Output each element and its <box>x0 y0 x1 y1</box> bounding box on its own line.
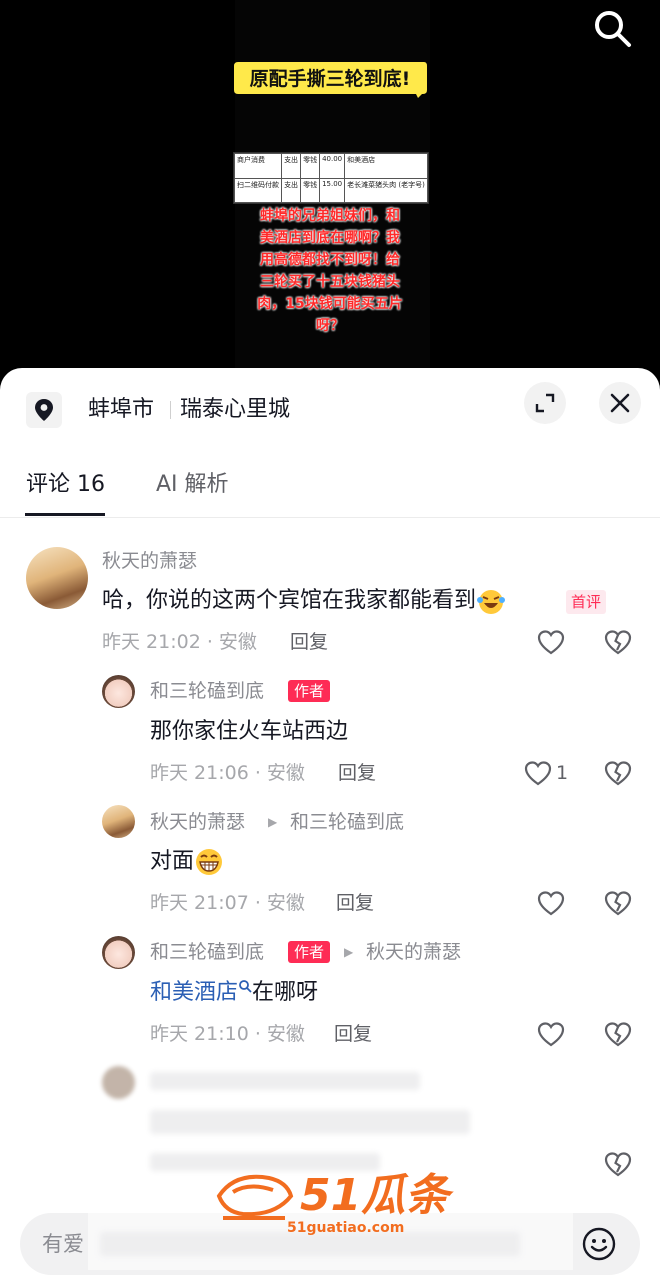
receipt-image: 商户消费 支出 零钱 40.00 和美酒店 扫二维码付款 支出 零钱 15.00… <box>233 152 429 204</box>
comment-username[interactable]: 和三轮磕到底 <box>150 677 264 705</box>
reply-button[interactable]: 回复 <box>336 889 374 917</box>
overlay-line: 三轮买了十五块钱猪头 <box>260 274 400 290</box>
broken-heart-icon[interactable] <box>603 758 633 788</box>
first-comment-badge: 首评 <box>566 590 607 614</box>
avatar[interactable] <box>26 547 88 609</box>
avatar[interactable] <box>102 675 135 708</box>
watermark-site: 51guatiao.com <box>287 1220 405 1236</box>
overlay-line: 美酒店到底在哪啊？我 <box>260 230 400 246</box>
location-divider <box>170 401 171 419</box>
comment-text-body: 在哪呀 <box>252 980 319 1005</box>
comment-input-placeholder: 有爱 <box>42 1232 84 1256</box>
comment-text[interactable]: 对面 <box>150 846 224 878</box>
comment-text-body: 哈，你说的这两个宾馆在我家都能看到 <box>102 588 477 613</box>
heart-icon[interactable] <box>536 888 566 918</box>
reply-to-username[interactable]: 秋天的萧瑟 <box>366 938 461 966</box>
receipt-cell: 零钱 <box>300 177 321 203</box>
broken-heart-icon[interactable] <box>603 627 633 657</box>
comment-username[interactable]: 秋天的萧瑟 <box>150 808 245 836</box>
broken-heart-icon[interactable] <box>603 1019 633 1049</box>
heart-icon[interactable] <box>536 627 566 657</box>
comment-meta: 昨天 21:02 · 安徽 <box>102 631 257 653</box>
video-player[interactable]: 原配手撕三轮到底! 商户消费 支出 零钱 40.00 和美酒店 扫二维码付款 支… <box>0 0 660 380</box>
overlay-line: 蚌埠的兄弟姐妹们，和 <box>260 208 400 224</box>
tab-comments[interactable]: 评论 16 <box>26 468 105 502</box>
broken-heart-icon[interactable] <box>603 1149 633 1179</box>
close-button[interactable] <box>599 382 641 424</box>
overlay-line: 呀？ <box>316 318 344 334</box>
receipt-cell: 40.00 <box>319 153 346 179</box>
close-icon <box>610 393 630 413</box>
active-tab-indicator <box>25 513 105 516</box>
emoji-icon[interactable] <box>581 1226 617 1262</box>
location-place[interactable]: 瑞泰心里城 <box>180 394 290 426</box>
watermark-logo-icon <box>216 1174 294 1220</box>
tab-ai-analysis[interactable]: AI 解析 <box>156 468 229 502</box>
author-badge: 作者 <box>288 680 331 702</box>
video-title: 原配手撕三轮到底! <box>249 68 411 90</box>
overlay-line: 用高德都找不到呀！给 <box>260 252 400 268</box>
reply-button[interactable]: 回复 <box>334 1020 372 1048</box>
comment-text[interactable]: 哈，你说的这两个宾馆在我家都能看到 <box>102 585 506 617</box>
receipt-cell: 支出 <box>281 153 302 179</box>
comment-text[interactable]: 那你家住火车站西边 <box>150 716 348 748</box>
comment-meta: 昨天 21:10 · 安徽 <box>150 1023 305 1045</box>
laughing-crying-emoji-icon <box>477 590 506 614</box>
heart-icon[interactable] <box>536 1019 566 1049</box>
overlay-line: 肉，15块钱可能买五片 <box>257 296 403 312</box>
comment-meta: 昨天 21:06 · 安徽 <box>150 762 305 784</box>
reply-to-username[interactable]: 和三轮磕到底 <box>290 808 404 836</box>
avatar[interactable] <box>102 936 135 969</box>
grinning-emoji-icon <box>196 849 223 875</box>
receipt-cell: 扫二维码付款 <box>233 177 283 203</box>
hotel-search-link[interactable]: 和美酒店 <box>150 980 238 1005</box>
receipt-cell: 15.00 <box>319 177 346 203</box>
video-overlay-text: 蚌埠的兄弟姐妹们，和 美酒店到底在哪啊？我 用高德都找不到呀！给 三轮买了十五块… <box>240 205 420 337</box>
reply-button[interactable]: 回复 <box>338 759 376 787</box>
author-badge: 作者 <box>288 941 331 963</box>
comment-username[interactable]: 和三轮磕到底 <box>150 938 264 966</box>
location-city[interactable]: 蚌埠市 <box>88 394 154 426</box>
reply-arrow-icon: ▶ <box>344 945 354 959</box>
receipt-cell: 零钱 <box>300 153 321 179</box>
expand-icon <box>535 393 555 413</box>
receipt-cell: 商户消费 <box>233 153 283 179</box>
search-icon[interactable] <box>590 6 634 50</box>
broken-heart-icon[interactable] <box>603 888 633 918</box>
receipt-cell: 老长滩菜猪头肉 (老字号) <box>344 177 428 203</box>
comment-text-body: 对面 <box>150 849 195 874</box>
heart-icon[interactable] <box>523 758 553 788</box>
reply-button[interactable]: 回复 <box>290 628 328 656</box>
receipt-cell: 和美酒店 <box>344 153 428 179</box>
tab-divider <box>0 517 660 518</box>
receipt-cell: 支出 <box>281 177 302 203</box>
search-link-icon <box>239 980 252 993</box>
reply-arrow-icon: ▶ <box>268 815 278 829</box>
video-title-bubble: 原配手撕三轮到底! <box>232 60 428 98</box>
comment-meta: 昨天 21:07 · 安徽 <box>150 892 305 914</box>
comment-username[interactable]: 秋天的萧瑟 <box>102 547 197 575</box>
location-icon <box>26 392 62 428</box>
like-count: 1 <box>556 762 569 784</box>
avatar[interactable] <box>102 805 135 838</box>
expand-button[interactable] <box>524 382 566 424</box>
watermark-brand: 51瓜条 <box>300 1170 450 1221</box>
watermark-backdrop <box>88 1060 573 1270</box>
comment-text[interactable]: 和美酒店 在哪呀 <box>150 977 318 1009</box>
